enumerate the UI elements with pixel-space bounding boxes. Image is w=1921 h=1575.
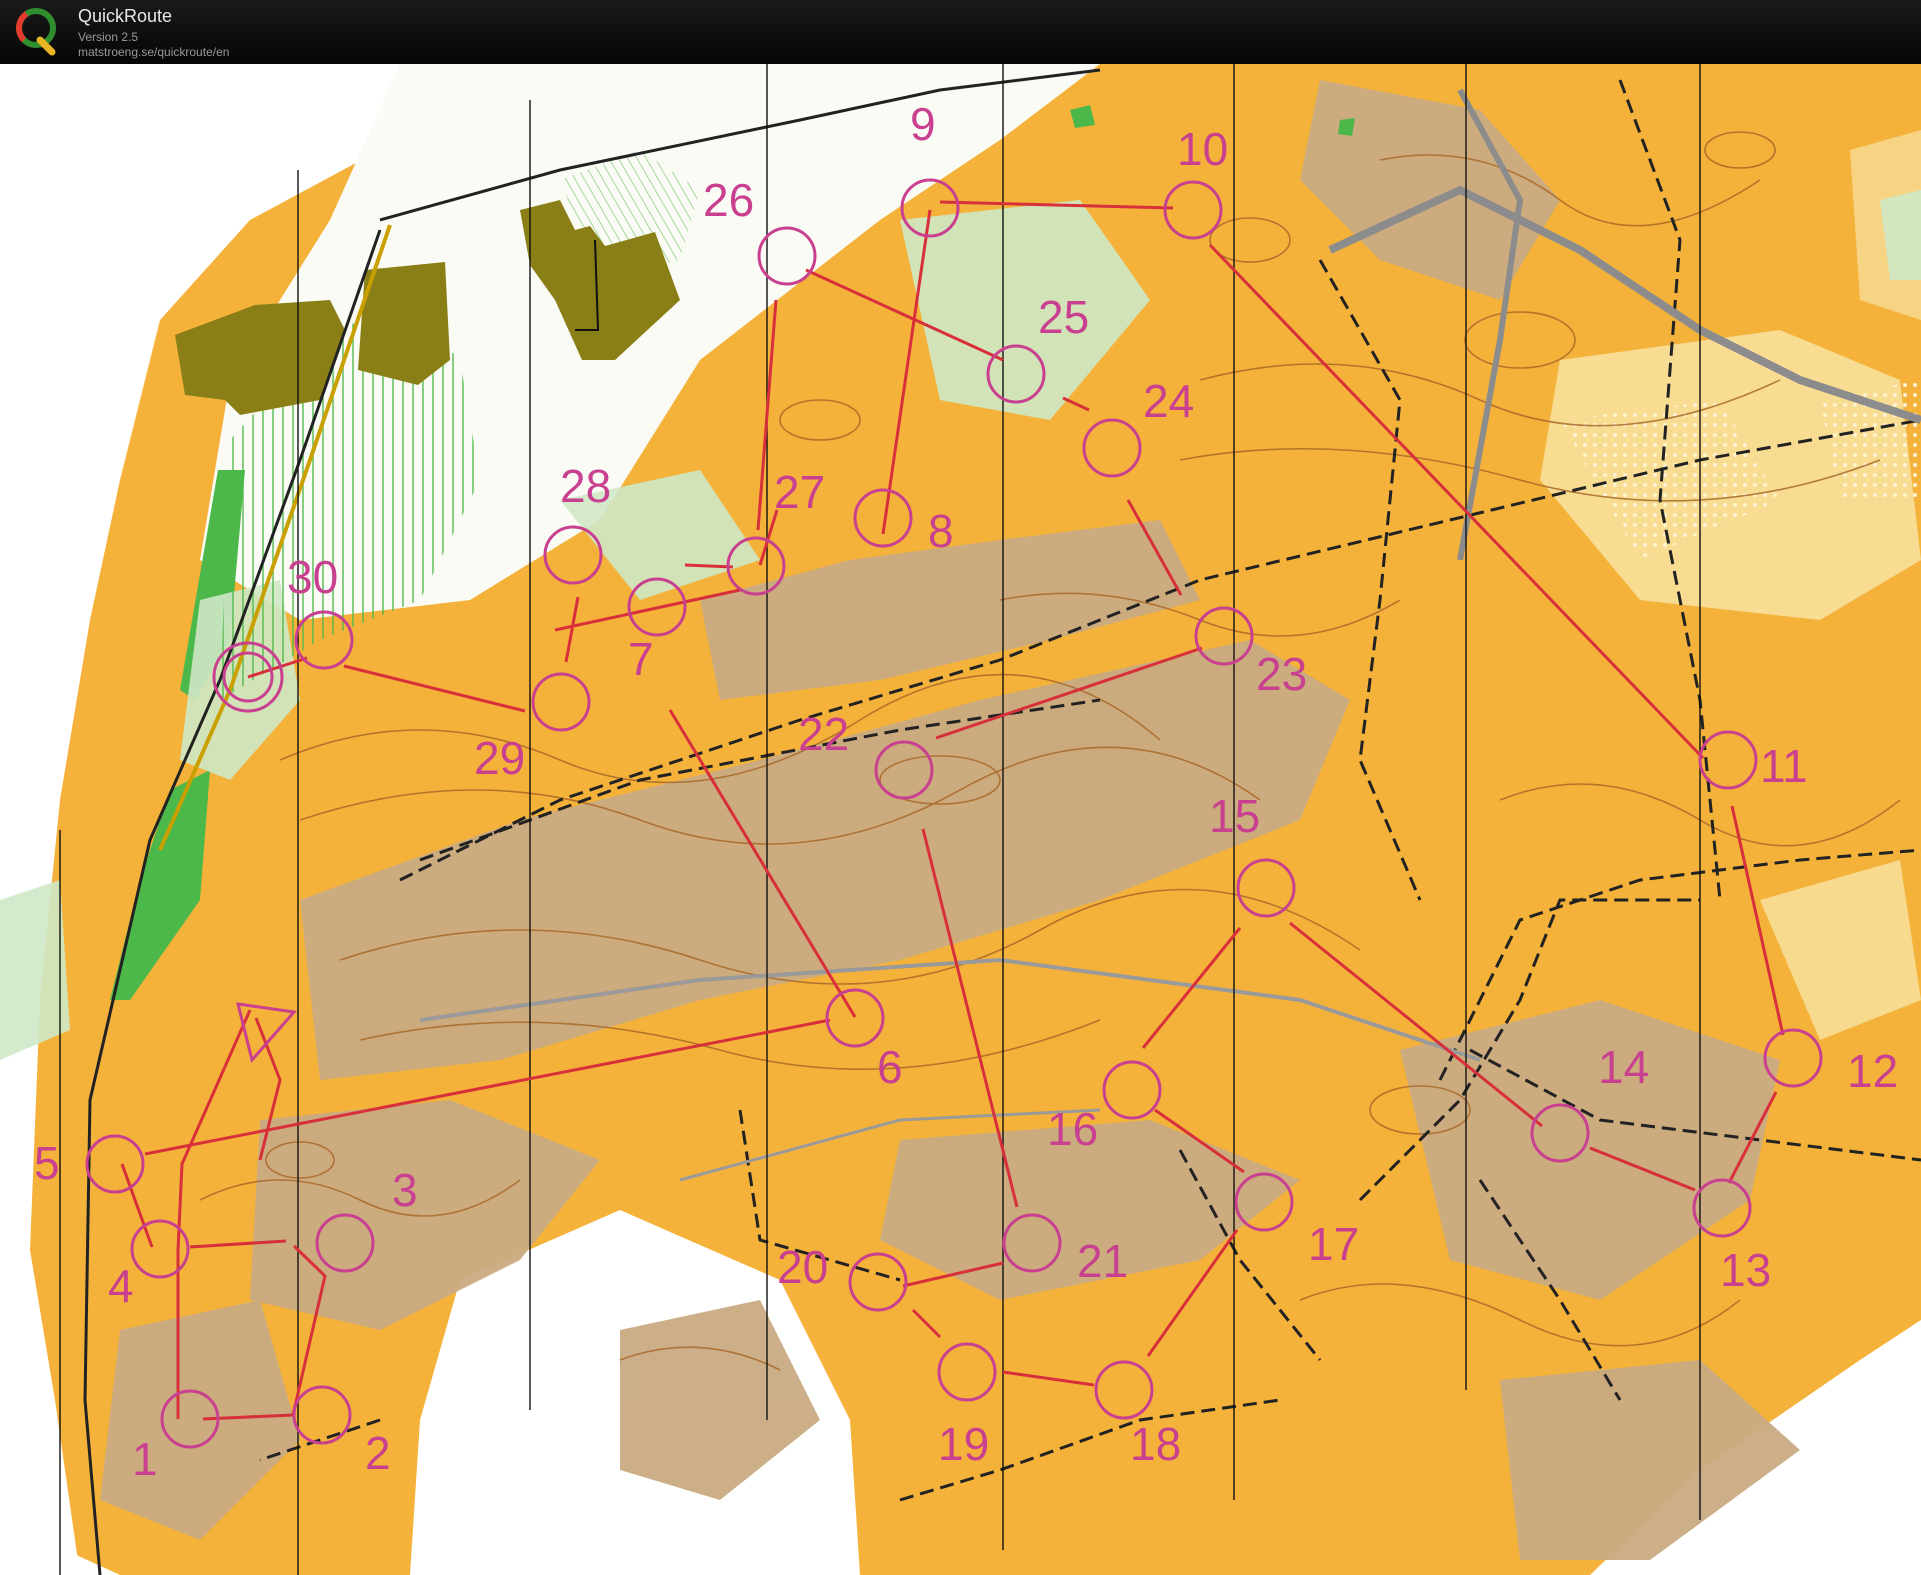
control-number-30: 30 (287, 551, 338, 603)
control-number-13: 13 (1720, 1244, 1771, 1296)
control-circle-29[interactable] (531, 672, 591, 732)
semi-open-land-layer (1540, 130, 1921, 1040)
control-circle-18[interactable] (1094, 1360, 1154, 1420)
app-title: QuickRoute (78, 6, 173, 26)
control-number-10: 10 (1177, 123, 1228, 175)
control-number-29: 29 (474, 732, 525, 784)
control-circle-10[interactable] (1163, 180, 1223, 240)
control-circle-4[interactable] (130, 1219, 190, 1279)
control-circle-16[interactable] (1102, 1060, 1162, 1120)
control-number-20: 20 (777, 1241, 828, 1293)
control-circle-8[interactable] (853, 488, 913, 548)
control-number-4: 4 (108, 1260, 134, 1312)
control-number-28: 28 (560, 460, 611, 512)
control-circle-20[interactable] (848, 1252, 908, 1312)
control-number-9: 9 (910, 98, 936, 150)
control-circle-19[interactable] (937, 1342, 997, 1402)
control-number-18: 18 (1130, 1418, 1181, 1470)
control-circle-2[interactable] (292, 1385, 352, 1445)
control-number-1: 1 (132, 1433, 158, 1485)
control-number-19: 19 (938, 1418, 989, 1470)
control-number-24: 24 (1143, 375, 1194, 427)
control-number-12: 12 (1847, 1045, 1898, 1097)
control-number-7: 7 (628, 633, 654, 685)
control-number-3: 3 (392, 1164, 418, 1216)
control-number-16: 16 (1047, 1103, 1098, 1155)
control-number-2: 2 (365, 1427, 391, 1479)
quickroute-logo-icon (16, 8, 56, 56)
control-number-5: 5 (34, 1137, 60, 1189)
title-bar: QuickRoute Version 2.5 matstroeng.se/qui… (0, 0, 1921, 64)
control-number-23: 23 (1256, 648, 1307, 700)
control-number-25: 25 (1038, 291, 1089, 343)
control-number-14: 14 (1598, 1041, 1649, 1093)
quickroute-window: QuickRoute Version 2.5 matstroeng.se/qui… (0, 0, 1921, 1575)
map-canvas[interactable]: 1 23456789 1011121314151617181920 212223242… (0, 64, 1921, 1575)
control-number-6: 6 (877, 1041, 903, 1093)
control-circle-5[interactable] (85, 1134, 145, 1194)
app-url: matstroeng.se/quickroute/en (78, 45, 230, 59)
start-triangle (236, 1002, 297, 1064)
control-number-26: 26 (703, 174, 754, 226)
control-number-27: 27 (774, 466, 825, 518)
control-circle-11[interactable] (1698, 730, 1758, 790)
control-number-15: 15 (1209, 790, 1260, 842)
control-number-21: 21 (1077, 1235, 1128, 1287)
app-version: Version 2.5 (78, 30, 139, 44)
control-circle-24[interactable] (1082, 418, 1142, 478)
control-circle-6[interactable] (825, 988, 885, 1048)
control-number-17: 17 (1308, 1218, 1359, 1270)
control-number-8: 8 (928, 505, 954, 557)
control-circle-15[interactable] (1236, 858, 1296, 918)
control-number-22: 22 (798, 708, 849, 760)
control-number-11: 11 (1760, 740, 1808, 792)
orienteering-map[interactable]: 1 2 3 4 5 6 7 8 9 10 11 12 13 14 15 16 17 18 19 20 21 22 23 24 2… (0, 64, 1921, 1575)
